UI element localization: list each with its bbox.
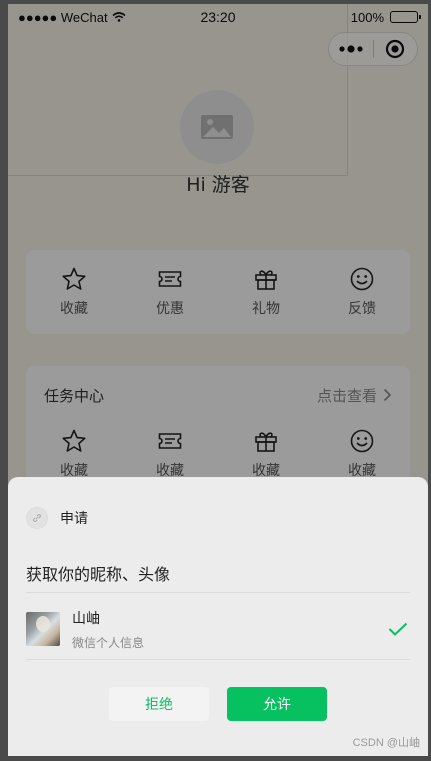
sheet-header: 申请 xyxy=(26,507,88,529)
profile-name: 山岫 xyxy=(72,610,100,627)
phone-screen: ●●●●● WeChat 23:20 100% Hi 游客 收藏 优惠 礼物 反… xyxy=(8,4,428,756)
divider xyxy=(26,592,410,593)
profile-subtitle: 微信个人信息 xyxy=(72,635,145,650)
link-icon xyxy=(33,514,41,522)
checkmark-icon xyxy=(388,622,408,636)
profile-avatar xyxy=(26,612,60,646)
permission-description: 获取你的昵称、头像 xyxy=(26,565,171,584)
sheet-title: 申请 xyxy=(60,511,88,527)
allow-button[interactable]: 允许 xyxy=(227,687,327,721)
watermark: CSDN @山岫 xyxy=(352,737,420,749)
app-icon xyxy=(26,507,48,529)
reject-button[interactable]: 拒绝 xyxy=(109,687,209,721)
authorization-sheet: 申请 获取你的昵称、头像 山岫 微信个人信息 拒绝 允许 xyxy=(8,477,428,756)
profile-option[interactable]: 山岫 微信个人信息 xyxy=(26,605,410,653)
profile-text: 山岫 微信个人信息 xyxy=(72,608,144,651)
divider xyxy=(26,659,410,660)
